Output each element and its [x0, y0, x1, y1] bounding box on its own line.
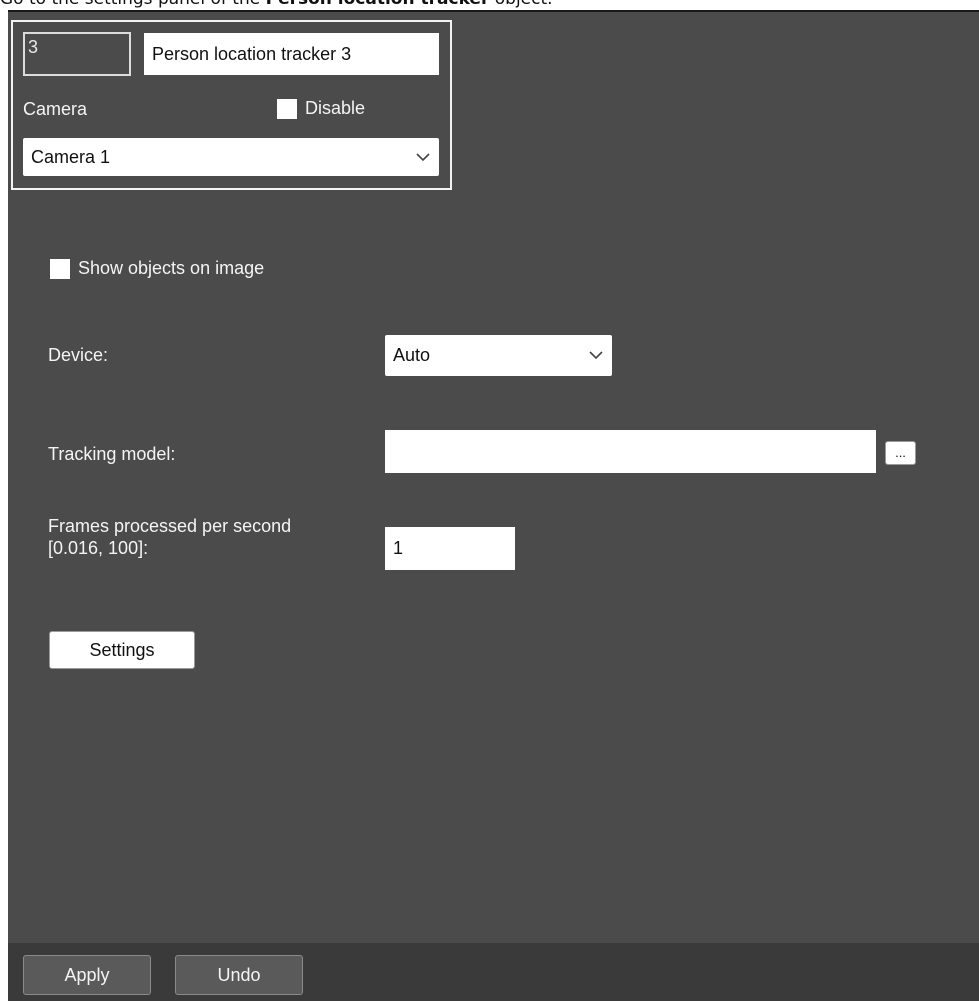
device-select-value: Auto — [393, 345, 431, 365]
object-name-field[interactable]: Person location tracker 3 — [144, 33, 439, 75]
fps-field[interactable]: 1 — [385, 527, 515, 570]
disable-label: Disable — [305, 98, 366, 118]
caption-object-name: Person location tracker — [266, 0, 490, 9]
fps-label-line1: Frames processed per second — [48, 516, 292, 536]
device-label: Device: — [48, 345, 109, 365]
object-id-field[interactable]: 3 — [23, 32, 131, 76]
caption-text: Go to the settings panel of the — [0, 0, 266, 9]
show-objects-checkbox-box[interactable] — [50, 258, 70, 279]
fps-label: Frames processed per second [0.016, 100]… — [48, 515, 291, 559]
tracking-model-field[interactable] — [385, 430, 876, 473]
undo-button[interactable]: Undo — [175, 955, 303, 995]
panel-footer: Apply Undo — [8, 943, 979, 1001]
settings-panel: 3 Person location tracker 3 Camera Disab… — [8, 10, 979, 1001]
settings-button[interactable]: Settings — [49, 631, 195, 669]
camera-select[interactable]: Camera 1 — [23, 138, 439, 176]
device-select[interactable]: Auto — [385, 335, 612, 376]
camera-select-value: Camera 1 — [31, 146, 111, 167]
disable-checkbox[interactable]: Disable — [277, 98, 365, 119]
camera-label: Camera — [23, 99, 88, 119]
caption-text-end: object. — [489, 0, 553, 9]
apply-button[interactable]: Apply — [23, 955, 151, 995]
show-objects-label: Show objects on image — [78, 258, 265, 278]
tracking-model-label: Tracking model: — [48, 444, 176, 464]
chevron-down-icon — [588, 348, 604, 364]
object-identity-group: 3 Person location tracker 3 Camera Disab… — [11, 20, 452, 190]
browse-button[interactable]: ... — [885, 441, 916, 465]
chevron-down-icon — [415, 149, 431, 165]
show-objects-checkbox[interactable]: Show objects on image — [50, 258, 264, 279]
disable-checkbox-box[interactable] — [277, 98, 297, 119]
fps-label-line2: [0.016, 100]: — [48, 538, 149, 558]
